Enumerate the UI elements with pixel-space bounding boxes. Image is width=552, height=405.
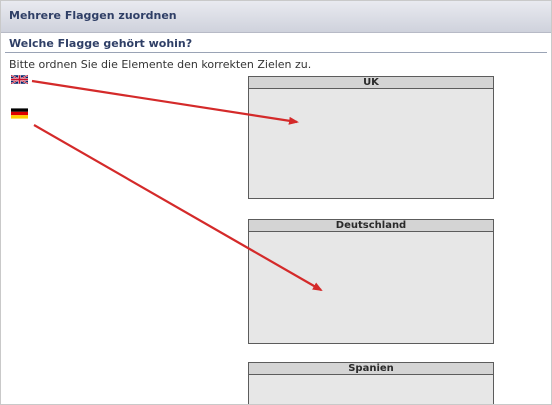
drop-target-label: Deutschland — [249, 220, 493, 232]
drop-target-spanien[interactable]: Spanien — [248, 362, 494, 404]
drop-target-label: Spanien — [249, 363, 493, 375]
german-flag-icon[interactable] — [11, 108, 28, 119]
window-title: Mehrere Flaggen zuordnen — [9, 9, 177, 22]
question-title: Welche Flagge gehört wohin? — [9, 37, 193, 50]
drop-target-deutschland[interactable]: Deutschland — [248, 219, 494, 344]
instruction-text: Bitte ordnen Sie die Elemente den korrek… — [9, 58, 312, 71]
window-title-bar: Mehrere Flaggen zuordnen — [1, 1, 551, 33]
drag-drop-exercise-window: Mehrere Flaggen zuordnen Welche Flagge g… — [0, 0, 552, 405]
drop-target-uk[interactable]: UK — [248, 76, 494, 199]
question-header: Welche Flagge gehört wohin? — [5, 35, 547, 53]
drop-target-label: UK — [249, 77, 493, 89]
uk-flag-icon[interactable] — [11, 74, 28, 85]
